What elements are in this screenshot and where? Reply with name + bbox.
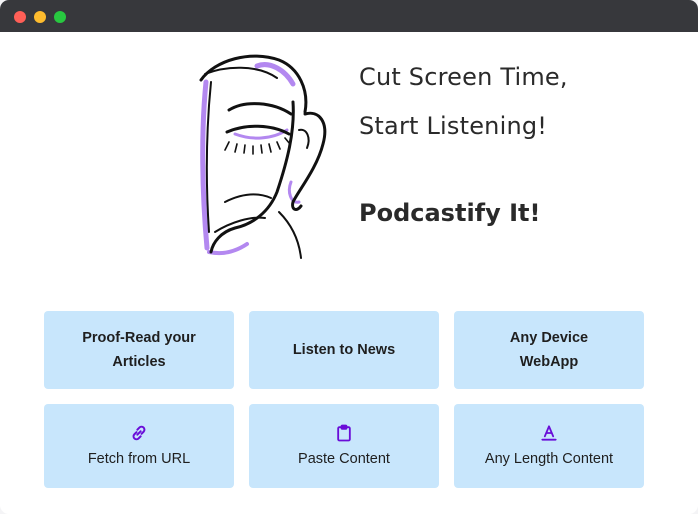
minimize-window-button[interactable]	[34, 11, 46, 23]
face-illustration	[199, 54, 327, 259]
feature-title-line-2: Articles	[112, 354, 166, 370]
action-label: Paste Content	[298, 451, 390, 467]
clipboard-icon	[337, 424, 351, 442]
maximize-window-button[interactable]	[54, 11, 66, 23]
headline-line-1: Cut Screen Time,	[359, 63, 568, 91]
feature-title-line-2: WebApp	[519, 354, 579, 370]
action-label: Fetch from URL	[87, 451, 191, 467]
link-icon	[132, 425, 146, 441]
app-window: Cut Screen Time, Start Listening! Podcas…	[0, 0, 698, 514]
brand-title: Podcastify It!	[359, 199, 541, 227]
headline-line-2: Start Listening!	[359, 112, 548, 140]
fetch-from-url-button[interactable]: Fetch from URL	[44, 404, 234, 488]
feature-card-any-device[interactable]: Any Device WebApp	[454, 311, 644, 389]
feature-title-line-1: Proof-Read your	[82, 330, 196, 346]
any-length-content-button[interactable]: Any Length Content	[454, 404, 644, 488]
action-label: Any Length Content	[484, 451, 614, 467]
close-window-button[interactable]	[14, 11, 26, 23]
feature-card-proofread[interactable]: Proof-Read your Articles	[44, 311, 234, 389]
feature-title-line-1: Any Device	[509, 330, 589, 346]
feature-title-line-1: Listen to News	[292, 342, 396, 358]
paste-content-button[interactable]: Paste Content	[249, 404, 439, 488]
text-format-icon	[541, 425, 557, 441]
title-bar	[0, 0, 698, 32]
feature-card-news[interactable]: Listen to News	[249, 311, 439, 389]
